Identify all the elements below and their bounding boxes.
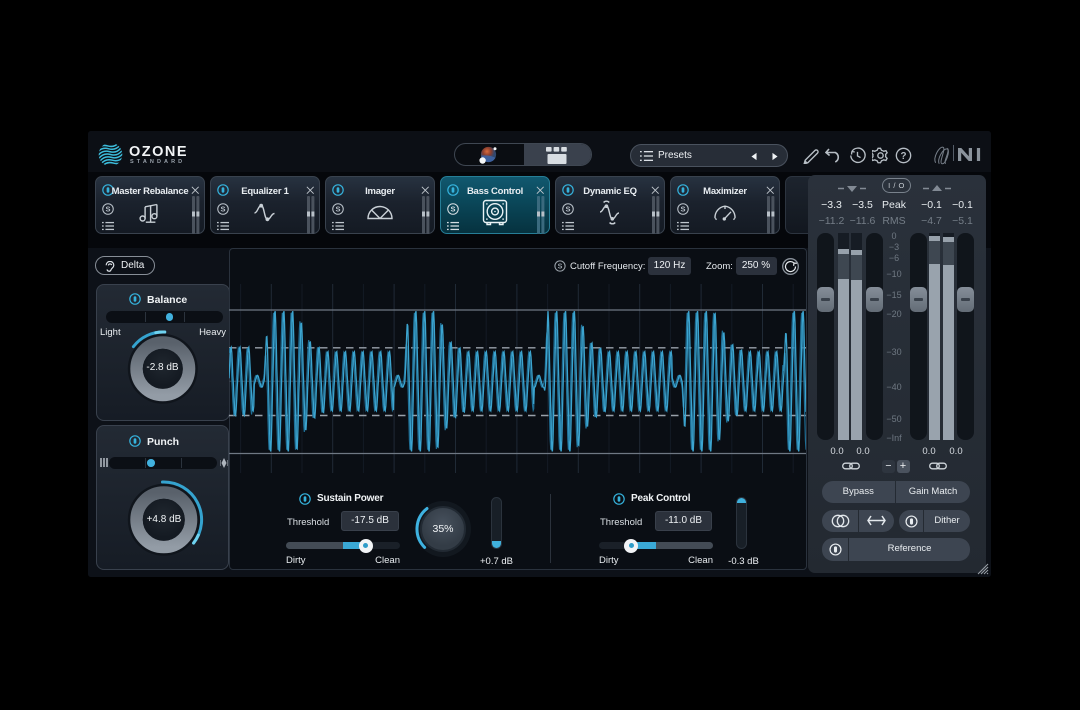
svg-text:S: S [105, 204, 110, 213]
svg-text:?: ? [900, 151, 906, 162]
svg-text:S: S [220, 204, 225, 213]
svg-text:S: S [450, 204, 455, 213]
svg-text:S: S [565, 204, 570, 213]
svg-text:S: S [335, 204, 340, 213]
svg-text:S: S [680, 204, 685, 213]
